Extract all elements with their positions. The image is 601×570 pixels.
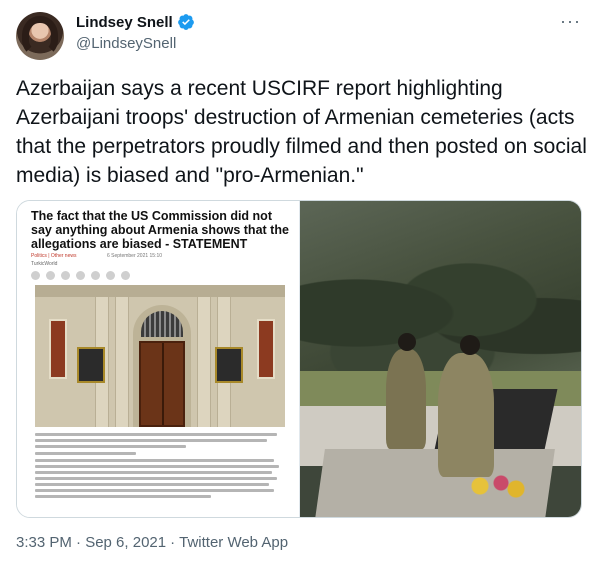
- share-twitter-icon: [46, 271, 55, 280]
- building-column: [115, 297, 129, 427]
- avatar[interactable]: [16, 12, 64, 60]
- tweet-card: Lindsey Snell @LindseySnell ··· Azerbaij…: [0, 0, 601, 570]
- building-cornice: [35, 285, 285, 297]
- article-date: 6 September 2021 15:10: [107, 253, 163, 259]
- avatar-hair: [22, 16, 58, 56]
- article-body-text: [35, 433, 287, 501]
- photo-soldier-head: [460, 335, 480, 355]
- article-headline: The fact that the US Commission did not …: [31, 209, 289, 251]
- photo-soldier: [386, 349, 426, 449]
- building-window: [257, 319, 275, 379]
- tweet-text: Azerbaijan says a recent USCIRF report h…: [16, 77, 587, 187]
- share-vk-icon: [76, 271, 85, 280]
- share-facebook-icon: [31, 271, 40, 280]
- article-building-photo: [35, 285, 285, 427]
- building-door: [139, 341, 185, 427]
- share-whatsapp-icon: [91, 271, 100, 280]
- building-column: [197, 297, 211, 427]
- building-plaque: [77, 347, 105, 383]
- building-window: [49, 319, 67, 379]
- tweet-media[interactable]: The fact that the US Commission did not …: [16, 200, 582, 518]
- share-telegram-icon: [106, 271, 115, 280]
- verified-badge-icon: [177, 14, 194, 30]
- author-handle[interactable]: @LindseySnell: [76, 35, 176, 52]
- tweet-client[interactable]: Twitter Web App: [179, 534, 288, 551]
- tweet-footer: 3:33 PM · Sep 6, 2021 · Twitter Web App: [16, 534, 288, 551]
- media-article-screenshot[interactable]: The fact that the US Commission did not …: [17, 201, 300, 517]
- building-plaque: [215, 347, 243, 383]
- share-linkedin-icon: [61, 271, 70, 280]
- more-options-icon[interactable]: ···: [560, 12, 581, 30]
- author-display-name[interactable]: Lindsey Snell: [76, 14, 173, 31]
- footer-separator: ·: [170, 534, 176, 551]
- tweet-timestamp[interactable]: 3:33 PM · Sep 6, 2021: [16, 534, 166, 551]
- media-cemetery-photo[interactable]: [300, 201, 581, 517]
- photo-soldier: [438, 353, 494, 477]
- author-name-row: Lindsey Snell: [76, 13, 195, 31]
- share-print-icon: [121, 271, 130, 280]
- article-category: Politics | Other news: [31, 253, 77, 259]
- article-share-icons: [31, 271, 130, 280]
- photo-flowers: [468, 471, 528, 501]
- photo-soldier-head: [398, 333, 416, 351]
- article-source: TurkicWorld: [31, 261, 58, 267]
